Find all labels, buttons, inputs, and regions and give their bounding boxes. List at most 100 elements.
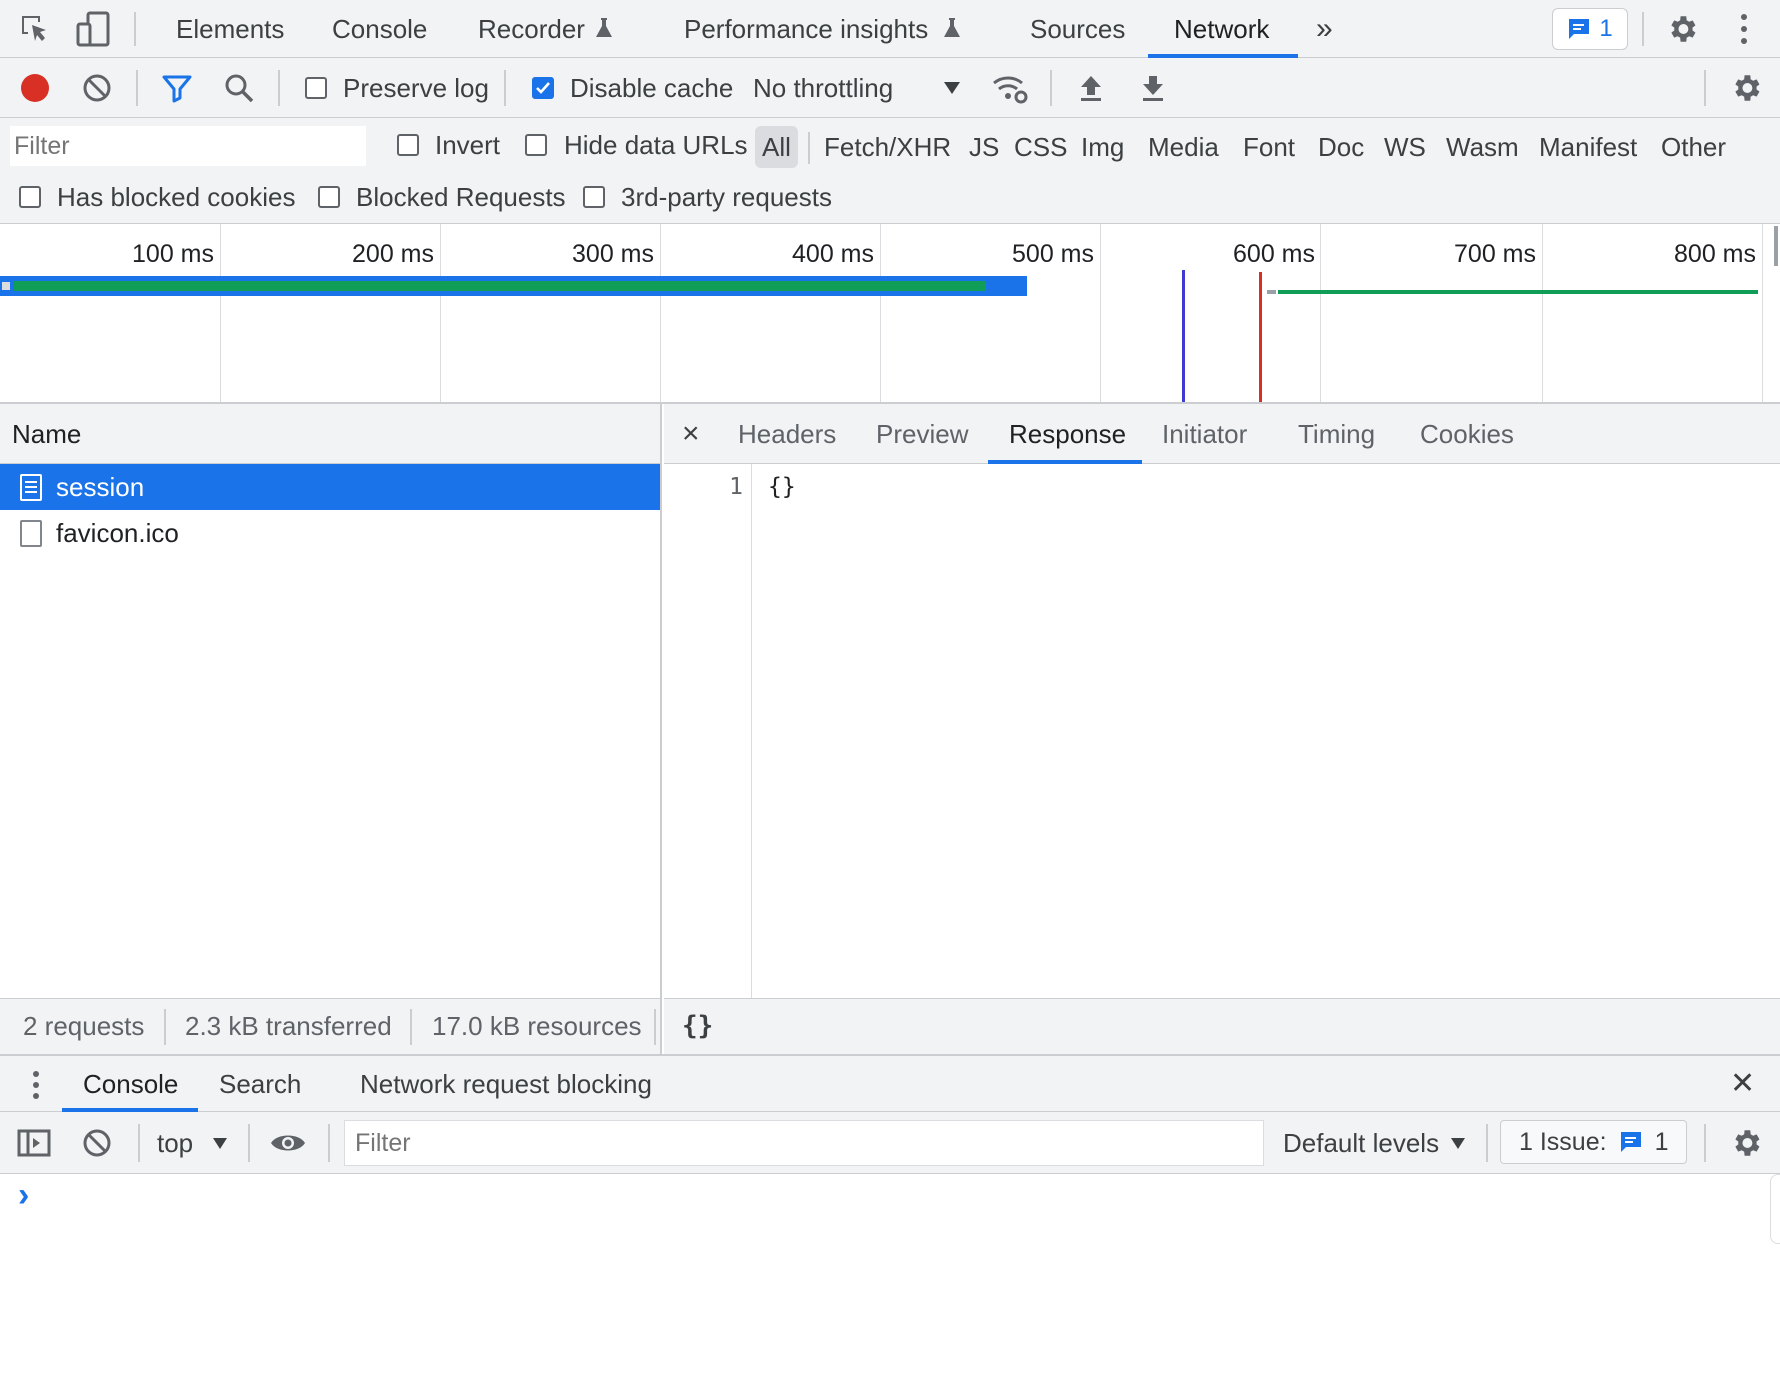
devtools-tab-bar: Elements Console Recorder Performance in… xyxy=(0,0,1780,58)
request-row-favicon[interactable]: favicon.ico xyxy=(0,510,660,556)
timeline-tick: 800 ms xyxy=(1674,240,1756,268)
record-button[interactable] xyxy=(18,71,52,105)
more-options-kebab-icon[interactable] xyxy=(1734,12,1754,46)
clear-log-icon[interactable] xyxy=(80,71,114,105)
tab-console[interactable]: Console xyxy=(332,0,427,58)
name-column-header[interactable]: Name xyxy=(0,404,660,464)
issues-count: 1 xyxy=(1654,1127,1669,1156)
blocked-requests-checkbox[interactable] xyxy=(318,186,340,208)
issue-message-icon xyxy=(1567,17,1591,41)
more-tabs-button[interactable]: » xyxy=(1316,0,1333,58)
type-filter-img[interactable]: Img xyxy=(1081,126,1124,168)
type-filter-all[interactable]: All xyxy=(755,126,798,168)
active-details-tab-indicator xyxy=(988,460,1142,464)
tab-recorder[interactable]: Recorder xyxy=(478,0,585,58)
log-levels-select[interactable]: Default levels xyxy=(1283,1128,1439,1159)
drawer-tab-console[interactable]: Console xyxy=(83,1056,178,1112)
pretty-print-button[interactable]: {} xyxy=(682,1011,713,1041)
close-details-button[interactable]: × xyxy=(682,404,700,464)
tab-sources[interactable]: Sources xyxy=(1030,0,1125,58)
live-expression-eye-icon[interactable] xyxy=(268,1126,308,1160)
tab-preview[interactable]: Preview xyxy=(876,404,968,464)
tab-performance-insights[interactable]: Performance insights xyxy=(684,0,928,58)
tab-network[interactable]: Network xyxy=(1174,0,1269,58)
show-sidebar-icon[interactable] xyxy=(16,1126,52,1160)
issue-message-icon xyxy=(1619,1130,1643,1154)
type-filter-css[interactable]: CSS xyxy=(1014,126,1067,168)
drawer-tab-network-request-blocking[interactable]: Network request blocking xyxy=(360,1056,652,1112)
tab-timing[interactable]: Timing xyxy=(1298,404,1375,464)
timeline-tick: 200 ms xyxy=(352,240,434,268)
tab-headers[interactable]: Headers xyxy=(738,404,836,464)
resources-size: 17.0 kB resources xyxy=(432,1011,642,1041)
waterfall-start-marker xyxy=(2,282,10,290)
drawer-menu-kebab-icon[interactable] xyxy=(24,1068,48,1102)
invert-checkbox[interactable] xyxy=(397,134,419,156)
timeline-tick: 300 ms xyxy=(572,240,654,268)
tab-elements[interactable]: Elements xyxy=(176,0,284,58)
request-row-session[interactable]: session xyxy=(0,464,660,510)
tab-cookies[interactable]: Cookies xyxy=(1420,404,1514,464)
third-party-requests-checkbox[interactable] xyxy=(583,186,605,208)
console-settings-gear-icon[interactable] xyxy=(1728,1125,1764,1161)
network-filter-bar: Invert Hide data URLs All Fetch/XHR JS C… xyxy=(0,118,1780,224)
search-icon[interactable] xyxy=(222,71,256,105)
network-summary-bar: 2 requests 2.3 kB transferred 17.0 kB re… xyxy=(0,998,660,1054)
line-number-gutter: 1 xyxy=(664,464,752,998)
session-waterfall-download xyxy=(14,281,986,291)
type-filter-js[interactable]: JS xyxy=(969,126,999,168)
import-har-upload-icon[interactable] xyxy=(1074,71,1108,105)
timeline-tick: 100 ms xyxy=(132,240,214,268)
drawer-tab-bar: Console Search Network request blocking … xyxy=(0,1054,1780,1112)
console-filter-input[interactable] xyxy=(344,1120,1264,1166)
type-filter-media[interactable]: Media xyxy=(1148,126,1219,168)
dropdown-arrow-icon[interactable] xyxy=(942,78,962,98)
tab-initiator[interactable]: Initiator xyxy=(1162,404,1247,464)
hide-data-urls-checkbox[interactable] xyxy=(525,134,547,156)
network-filter-input[interactable] xyxy=(10,126,366,166)
clear-console-icon[interactable] xyxy=(80,1126,114,1160)
context-dropdown-arrow-icon[interactable] xyxy=(210,1133,230,1153)
console-toolbar: top Default levels 1 Issue: 1 xyxy=(0,1112,1780,1174)
type-filter-wasm[interactable]: Wasm xyxy=(1446,126,1519,168)
console-output-area[interactable]: › xyxy=(0,1174,1780,1396)
network-toolbar: Preserve log Disable cache No throttling xyxy=(0,58,1780,118)
timeline-tick: 600 ms xyxy=(1233,240,1315,268)
network-overview-timeline[interactable]: 100 ms 200 ms 300 ms 400 ms 500 ms 600 m… xyxy=(0,224,1780,404)
issues-counter-button[interactable]: 1 Issue: 1 xyxy=(1500,1120,1688,1164)
throttling-select[interactable]: No throttling xyxy=(753,73,893,104)
network-conditions-wifi-icon[interactable] xyxy=(990,70,1030,106)
request-details-pane: × Headers Preview Response Initiator Tim… xyxy=(664,404,1780,1054)
request-name: session xyxy=(56,472,145,502)
js-context-select[interactable]: top xyxy=(157,1128,193,1159)
type-filter-manifest[interactable]: Manifest xyxy=(1539,126,1637,168)
third-party-requests-label: 3rd-party requests xyxy=(621,182,832,212)
inspect-element-icon[interactable] xyxy=(18,12,52,46)
request-name: favicon.ico xyxy=(56,518,179,548)
type-filter-doc[interactable]: Doc xyxy=(1318,126,1364,168)
experiment-flask-icon xyxy=(942,16,962,40)
export-har-download-icon[interactable] xyxy=(1136,71,1170,105)
preserve-log-checkbox[interactable] xyxy=(305,77,327,99)
transferred-size: 2.3 kB transferred xyxy=(185,1011,392,1041)
hide-data-urls-label: Hide data URLs xyxy=(564,130,748,160)
disable-cache-checkbox[interactable] xyxy=(532,77,554,99)
drawer-tab-search[interactable]: Search xyxy=(219,1056,301,1112)
has-blocked-cookies-checkbox[interactable] xyxy=(19,186,41,208)
blank-file-icon xyxy=(20,520,42,547)
type-filter-ws[interactable]: WS xyxy=(1384,126,1426,168)
type-filter-fetch-xhr[interactable]: Fetch/XHR xyxy=(824,126,951,168)
issues-badge-button[interactable]: 1 xyxy=(1552,8,1628,50)
device-toolbar-icon[interactable] xyxy=(76,10,112,48)
type-filter-font[interactable]: Font xyxy=(1243,126,1295,168)
close-drawer-button[interactable]: ✕ xyxy=(1730,1056,1755,1112)
filter-funnel-icon[interactable] xyxy=(160,71,194,105)
type-filter-other[interactable]: Other xyxy=(1661,126,1726,168)
response-footer-bar: {} xyxy=(664,998,1780,1054)
dom-content-loaded-line xyxy=(1182,270,1185,402)
response-body[interactable]: {} xyxy=(768,474,796,500)
settings-gear-icon[interactable] xyxy=(1664,11,1700,47)
tab-response[interactable]: Response xyxy=(1009,404,1126,464)
levels-dropdown-arrow-icon[interactable] xyxy=(1448,1133,1468,1153)
network-settings-gear-icon[interactable] xyxy=(1728,70,1764,106)
